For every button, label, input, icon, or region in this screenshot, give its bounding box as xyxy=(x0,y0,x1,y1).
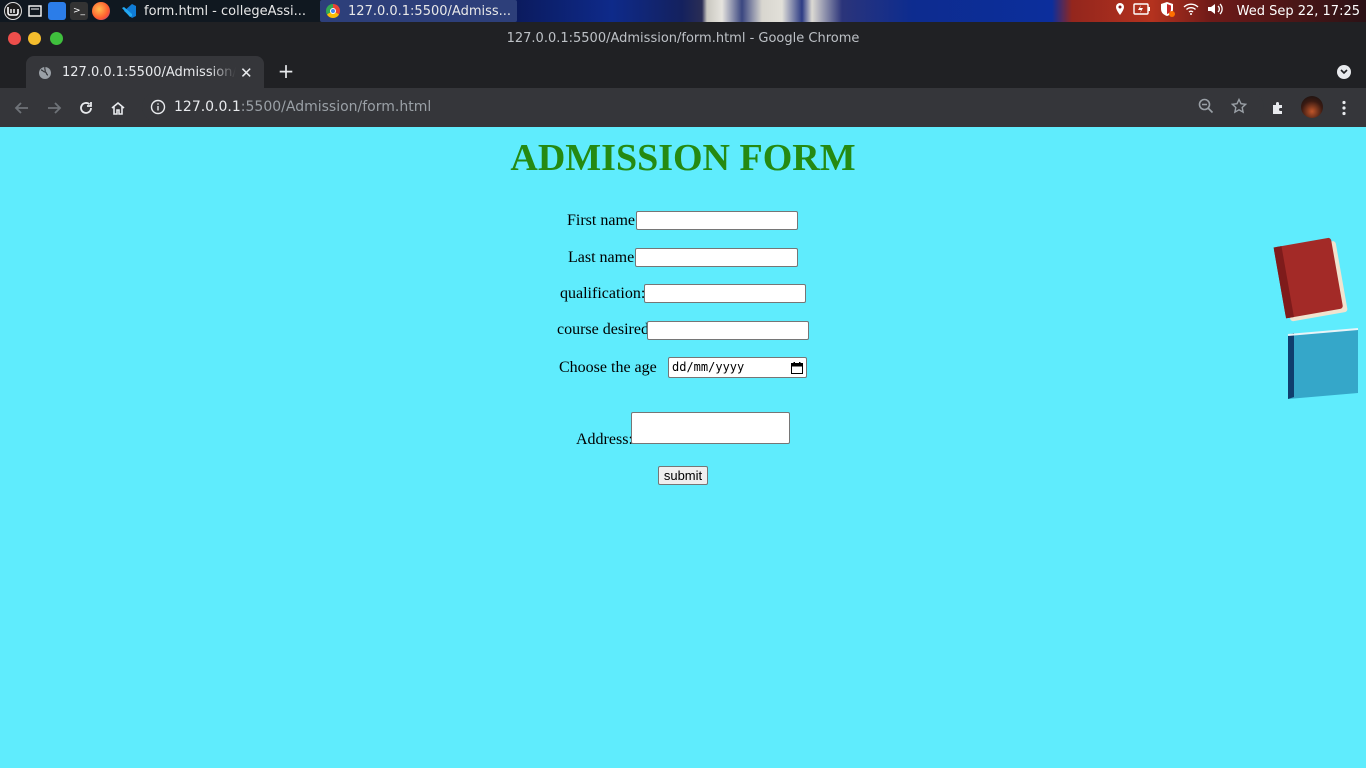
show-desktop-icon[interactable] xyxy=(26,2,44,20)
home-icon xyxy=(111,101,125,115)
close-tab-icon[interactable]: ✕ xyxy=(240,64,253,82)
kebab-menu-icon xyxy=(1342,100,1346,116)
course-desired-label: course desired: xyxy=(557,321,654,338)
os-taskbar: >_ form.html - collegeAssi... 127.0.0.1:… xyxy=(0,0,1366,22)
file-manager-icon[interactable] xyxy=(48,2,66,20)
wifi-icon[interactable] xyxy=(1183,3,1199,19)
url-path: :5500/Admission/form.html xyxy=(240,99,432,115)
tab-search-button[interactable] xyxy=(1337,65,1351,79)
tab-admission-form[interactable]: 127.0.0.1:5500/Admission/form.html ✕ xyxy=(26,56,264,89)
first-name-label: First name: xyxy=(567,212,640,229)
age-date-placeholder: dd/mm/yyyy xyxy=(672,360,745,374)
taskbar-task-chrome[interactable]: 127.0.0.1:5500/Admiss... xyxy=(320,0,518,22)
forward-button[interactable] xyxy=(42,96,66,120)
window-title: 127.0.0.1:5500/Admission/form.html - Goo… xyxy=(506,31,860,46)
tab-strip: 127.0.0.1:5500/Admission/form.html ✕ + xyxy=(0,56,1366,89)
firefox-icon[interactable] xyxy=(92,2,110,20)
first-name-input[interactable] xyxy=(636,211,798,230)
browser-toolbar: 127.0.0.1:5500/Admission/form.html xyxy=(0,88,1366,127)
mint-menu-icon[interactable] xyxy=(4,2,22,20)
qualification-input[interactable] xyxy=(644,284,806,303)
site-info-icon[interactable] xyxy=(150,99,166,119)
taskbar-task-chrome-label: 127.0.0.1:5500/Admiss... xyxy=(348,3,512,19)
chrome-menu-button[interactable] xyxy=(1332,96,1356,120)
terminal-icon[interactable]: >_ xyxy=(70,2,88,20)
reload-icon xyxy=(80,102,92,114)
vscode-icon[interactable] xyxy=(120,2,138,20)
battery-icon[interactable] xyxy=(1132,3,1151,19)
puzzle-icon xyxy=(1273,102,1282,114)
qualification-label: qualification:; xyxy=(560,285,650,302)
red-book-image xyxy=(1273,237,1348,322)
forward-arrow-icon xyxy=(48,102,62,114)
update-shield-icon[interactable] xyxy=(1159,1,1175,21)
home-button[interactable] xyxy=(106,96,130,120)
last-name-input[interactable] xyxy=(635,248,798,267)
age-label: Choose the age xyxy=(559,359,657,376)
back-arrow-icon xyxy=(14,102,28,114)
calendar-icon[interactable] xyxy=(791,361,803,374)
system-tray: Wed Sep 22, 17:25 xyxy=(1115,0,1360,22)
window-titlebar: 127.0.0.1:5500/Admission/form.html - Goo… xyxy=(0,22,1366,56)
last-name-label: Last name: xyxy=(568,249,639,266)
chrome-icon xyxy=(326,4,341,18)
address-bar[interactable]: 127.0.0.1:5500/Admission/form.html xyxy=(142,92,1264,122)
url-text: 127.0.0.1:5500/Admission/form.html xyxy=(174,99,431,115)
zoom-icon[interactable] xyxy=(1198,98,1214,118)
globe-icon xyxy=(38,66,52,80)
page-title: ADMISSION FORM xyxy=(510,137,856,179)
url-host: 127.0.0.1 xyxy=(174,99,241,115)
blue-book-image xyxy=(1287,328,1359,399)
back-button[interactable] xyxy=(10,96,34,120)
submit-button[interactable]: submit xyxy=(658,466,708,485)
volume-icon[interactable] xyxy=(1207,2,1225,20)
address-textarea[interactable] xyxy=(631,412,790,444)
reload-button[interactable] xyxy=(74,96,98,120)
tab-title: 127.0.0.1:5500/Admission/form.html xyxy=(62,65,236,80)
taskbar-clock[interactable]: Wed Sep 22, 17:25 xyxy=(1237,4,1360,19)
new-tab-button[interactable]: + xyxy=(276,60,296,84)
bookmark-star-icon[interactable] xyxy=(1230,97,1248,118)
extensions-button[interactable] xyxy=(1267,96,1291,120)
profile-avatar[interactable] xyxy=(1301,96,1323,118)
page-content: ADMISSION FORM First name: Last name: qu… xyxy=(0,127,1366,768)
course-desired-input[interactable] xyxy=(647,321,809,340)
address-label: Address: xyxy=(576,431,633,448)
taskbar-task-vscode[interactable]: form.html - collegeAssi... xyxy=(138,0,312,22)
location-icon[interactable] xyxy=(1115,2,1125,20)
age-date-input[interactable]: dd/mm/yyyy xyxy=(668,357,807,378)
